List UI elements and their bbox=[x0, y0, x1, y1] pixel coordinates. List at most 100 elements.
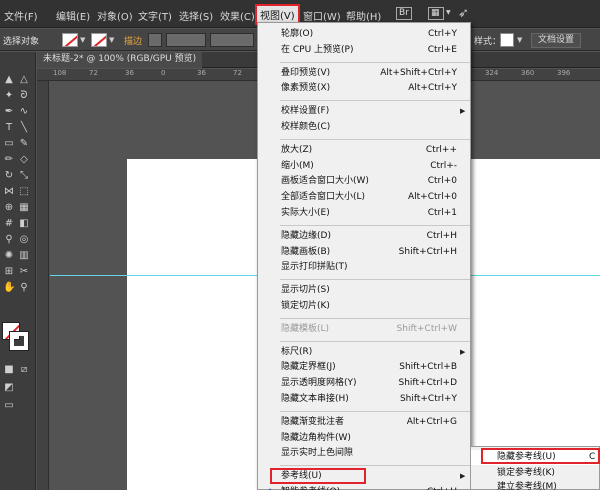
chevron-down-icon[interactable]: ▼ bbox=[517, 36, 522, 44]
menu-item-shortcut: Shift+Ctrl+H bbox=[398, 246, 457, 257]
tools-panel: ▲ △ ✦ ᘐ ✒ ∿ T ╲ ▭ ✎ ✏ ◇ ↻ ⤡ ⋈ ⬚ ⊕ ▦ # ◧ … bbox=[0, 52, 36, 490]
view-menu-item[interactable]: 隐藏文本串接(H) Shift+Ctrl+Y bbox=[258, 392, 470, 407]
stroke-weight-field[interactable] bbox=[166, 33, 206, 47]
document-tab[interactable]: 未标题-2* @ 100% (RGB/GPU 预览) bbox=[37, 52, 203, 68]
menu-view[interactable]: 视图(V) bbox=[255, 4, 300, 25]
artboard-tool-icon[interactable]: ⊞ bbox=[3, 266, 15, 278]
symbol-sprayer-icon[interactable]: ✺ bbox=[3, 250, 15, 262]
graphic-style-swatch[interactable] bbox=[500, 33, 514, 47]
menu-item-shortcut: Alt+Ctrl+Y bbox=[408, 83, 457, 94]
menu-effect[interactable]: 效果(C) bbox=[220, 8, 255, 23]
view-menu-item[interactable]: 隐藏模板(L) Shift+Ctrl+W bbox=[258, 322, 470, 337]
menu-object[interactable]: 对象(O) bbox=[97, 8, 133, 23]
view-menu-item[interactable]: 像素预览(X) Alt+Ctrl+Y bbox=[258, 81, 470, 96]
ruler-tick-label: 396 bbox=[557, 69, 571, 77]
arrange-documents-icon[interactable]: ▦ bbox=[428, 7, 444, 20]
view-menu-item[interactable]: 显示透明度网格(Y) Shift+Ctrl+D bbox=[258, 376, 470, 391]
menu-type[interactable]: 文字(T) bbox=[138, 8, 172, 23]
view-menu-item[interactable]: 显示切片(S) bbox=[258, 283, 470, 298]
magic-wand-icon[interactable]: ✦ bbox=[3, 90, 15, 102]
rotate-tool-icon[interactable]: ↻ bbox=[3, 170, 15, 182]
menu-item-label: 锁定切片(K) bbox=[281, 301, 330, 311]
menu-separator bbox=[280, 340, 470, 342]
view-menu-item[interactable]: 实际大小(E) Ctrl+1 bbox=[258, 206, 470, 221]
shape-builder-icon[interactable]: ⊕ bbox=[3, 202, 15, 214]
view-menu-item[interactable]: 叠印预览(V) Alt+Shift+Ctrl+Y bbox=[258, 66, 470, 81]
draw-mode-icon[interactable]: ◩ bbox=[3, 382, 15, 394]
fill-swatch[interactable] bbox=[62, 33, 78, 47]
gradient-tool-icon[interactable]: ◧ bbox=[18, 218, 30, 230]
paintbrush-icon[interactable]: ✎ bbox=[18, 138, 30, 150]
view-menu-item[interactable]: 智能参考线(Q) Ctrl+U ✔ bbox=[258, 485, 470, 490]
menu-window[interactable]: 窗口(W) bbox=[303, 8, 341, 23]
document-setup-button[interactable]: 文档设置 bbox=[531, 33, 582, 48]
view-menu-item[interactable]: 隐藏画板(B) Shift+Ctrl+H bbox=[258, 245, 470, 260]
chevron-down-icon[interactable]: ▼ bbox=[446, 9, 451, 16]
menu-edit[interactable]: 编辑(E) bbox=[56, 8, 90, 23]
view-menu-item[interactable]: 标尺(R) ▶ bbox=[258, 345, 470, 360]
direct-selection-tool-icon[interactable]: △ bbox=[18, 74, 30, 86]
view-menu-item[interactable]: 隐藏边缘(D) Ctrl+H bbox=[258, 229, 470, 244]
eyedropper-icon[interactable]: ⚲ bbox=[3, 234, 15, 246]
view-menu-item[interactable]: 显示实时上色间隙 bbox=[258, 446, 470, 461]
lock-guides-item[interactable]: 锁定参考线(K) bbox=[471, 466, 599, 481]
view-menu-item[interactable]: 隐藏渐变批注者 Alt+Ctrl+G bbox=[258, 415, 470, 430]
color-mode-icon[interactable]: ■ bbox=[3, 364, 15, 376]
view-menu-item[interactable]: 显示打印拼贴(T) bbox=[258, 260, 470, 275]
variable-width-profile[interactable] bbox=[210, 33, 254, 47]
pen-tool-icon[interactable]: ✒ bbox=[3, 106, 15, 118]
curvature-tool-icon[interactable]: ∿ bbox=[18, 106, 30, 118]
view-menu-item[interactable]: 画板适合窗口大小(W) Ctrl+0 bbox=[258, 174, 470, 189]
column-graph-icon[interactable]: ▥ bbox=[18, 250, 30, 262]
menu-item-shortcut: Shift+Ctrl+D bbox=[398, 378, 457, 389]
width-tool-icon[interactable]: ⋈ bbox=[3, 186, 15, 198]
view-menu-item[interactable]: 放大(Z) Ctrl++ bbox=[258, 143, 470, 158]
menu-item-shortcut: Ctrl+- bbox=[430, 160, 457, 171]
pencil-icon[interactable]: ✏ bbox=[3, 154, 15, 166]
chevron-down-icon[interactable]: ▼ bbox=[80, 36, 85, 44]
selection-tool-icon[interactable]: ▲ bbox=[3, 74, 15, 86]
perspective-grid-icon[interactable]: ▦ bbox=[18, 202, 30, 214]
view-menu-item[interactable]: 隐藏定界框(J) Shift+Ctrl+B bbox=[258, 360, 470, 375]
menu-item-label: 隐藏画板(B) bbox=[281, 246, 331, 257]
stroke-swatch[interactable] bbox=[91, 33, 107, 47]
hand-tool-icon[interactable]: ✋ bbox=[3, 282, 15, 294]
fill-stroke-widget[interactable] bbox=[2, 322, 29, 352]
view-menu-item[interactable]: 校样颜色(C) bbox=[258, 120, 470, 135]
menu-item-label: 隐藏渐变批注者 bbox=[281, 416, 345, 427]
none-mode-icon[interactable]: ⧄ bbox=[18, 364, 30, 376]
submenu-arrow-icon: ▶ bbox=[460, 107, 466, 116]
stroke-weight-stepper[interactable] bbox=[148, 33, 162, 47]
view-menu-item[interactable]: 全部适合窗口大小(L) Alt+Ctrl+0 bbox=[258, 190, 470, 205]
scale-tool-icon[interactable]: ⤡ bbox=[18, 170, 30, 182]
bridge-icon[interactable]: Br bbox=[396, 7, 412, 20]
menu-select[interactable]: 选择(S) bbox=[179, 8, 213, 23]
lasso-icon[interactable]: ᘐ bbox=[18, 90, 30, 102]
line-tool-icon[interactable]: ╲ bbox=[18, 122, 30, 134]
menu-help[interactable]: 帮助(H) bbox=[346, 8, 381, 23]
menu-file[interactable]: 文件(F) bbox=[4, 8, 38, 23]
menu-item-shortcut: Alt+Ctrl+0 bbox=[407, 192, 457, 203]
chevron-down-icon[interactable]: ▼ bbox=[109, 36, 114, 44]
view-menu-item[interactable]: 缩小(M) Ctrl+- bbox=[258, 159, 470, 174]
menu-item-label: 显示打印拼贴(T) bbox=[281, 262, 348, 273]
view-menu-item[interactable]: 锁定切片(K) bbox=[258, 299, 470, 314]
view-menu-item[interactable]: 校样设置(F) ▶ bbox=[258, 104, 470, 119]
eraser-icon[interactable]: ◇ bbox=[18, 154, 30, 166]
screen-mode-icon[interactable]: ▭ bbox=[3, 400, 15, 412]
type-tool-icon[interactable]: T bbox=[3, 122, 15, 134]
menu-separator bbox=[280, 100, 470, 102]
mesh-tool-icon[interactable]: # bbox=[3, 218, 15, 230]
make-guides-item[interactable]: 建立参考线(M) bbox=[471, 480, 599, 490]
view-menu-item[interactable]: 在 CPU 上预览(P) Ctrl+E bbox=[258, 43, 470, 58]
view-menu-item[interactable]: 隐藏边角构件(W) bbox=[258, 431, 470, 446]
zoom-tool-icon[interactable]: ⚲ bbox=[18, 282, 30, 294]
rectangle-tool-icon[interactable]: ▭ bbox=[3, 138, 15, 150]
blend-tool-icon[interactable]: ◎ bbox=[18, 234, 30, 246]
free-transform-icon[interactable]: ⬚ bbox=[18, 186, 30, 198]
stroke-color-box[interactable] bbox=[9, 331, 29, 351]
rocket-icon[interactable]: ➶ bbox=[458, 6, 469, 21]
view-menu-item[interactable]: 轮廓(O) Ctrl+Y bbox=[258, 27, 470, 42]
stroke-label[interactable]: 描边 bbox=[124, 34, 142, 47]
slice-tool-icon[interactable]: ✂ bbox=[18, 266, 30, 278]
